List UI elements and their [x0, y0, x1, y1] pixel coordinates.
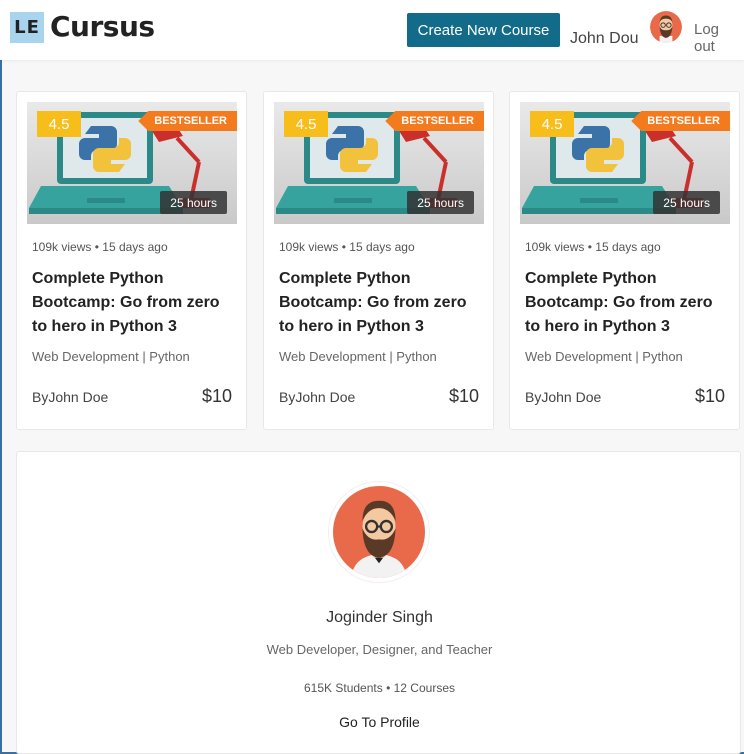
course-card[interactable]: 4.5 BESTSELLER 25 hours 109k views • 15 …: [16, 91, 247, 430]
instructor-card: Joginder Singh Web Developer, Designer, …: [16, 451, 741, 754]
instructor-name[interactable]: Joginder Singh: [17, 609, 742, 627]
instructor-stats: 615K Students • 12 Courses: [17, 681, 742, 695]
duration-badge: 25 hours: [407, 191, 474, 214]
posted-age: 15 days ago: [595, 240, 661, 254]
posted-age: 15 days ago: [349, 240, 415, 254]
author-prefix: By: [32, 389, 49, 405]
views-count: 109k views: [525, 240, 585, 254]
course-title[interactable]: Complete Python Bootcamp: Go from zero t…: [32, 267, 237, 339]
rating-badge: 4.5: [284, 111, 328, 137]
stats-separator: •: [386, 681, 391, 695]
instructor-avatar-icon[interactable]: [329, 482, 429, 582]
course-category[interactable]: Web Development | Python: [525, 349, 683, 364]
students-count: 615K Students: [304, 681, 383, 695]
logo-mark[interactable]: LE: [10, 12, 44, 43]
course-card[interactable]: 4.5 BESTSELLER 25 hours 109k views • 15 …: [263, 91, 494, 430]
go-to-profile-link[interactable]: Go To Profile: [17, 714, 742, 730]
author-name[interactable]: John Doe: [295, 389, 355, 405]
top-header: LE Cursus Create New Course John Dou Log…: [0, 0, 744, 60]
bestseller-badge: BESTSELLER: [385, 111, 484, 131]
views-count: 109k views: [279, 240, 339, 254]
author-prefix: By: [525, 389, 542, 405]
posted-age: 15 days ago: [102, 240, 168, 254]
author-prefix: By: [279, 389, 296, 405]
create-course-button[interactable]: Create New Course: [407, 13, 560, 47]
course-meta: 109k views • 15 days ago: [279, 240, 415, 254]
course-author: ByJohn Doe: [525, 389, 601, 405]
views-count: 109k views: [32, 240, 92, 254]
bestseller-badge: BESTSELLER: [138, 111, 237, 131]
logout-link[interactable]: Log out: [694, 21, 744, 55]
courses-count: 12 Courses: [393, 681, 455, 695]
course-category[interactable]: Web Development | Python: [32, 349, 190, 364]
meta-separator: •: [94, 240, 99, 254]
course-title[interactable]: Complete Python Bootcamp: Go from zero t…: [279, 267, 484, 339]
duration-badge: 25 hours: [653, 191, 720, 214]
brand-name[interactable]: Cursus: [50, 10, 155, 43]
author-name[interactable]: John Doe: [541, 389, 601, 405]
course-thumbnail[interactable]: 4.5 BESTSELLER 25 hours: [274, 102, 484, 224]
course-author: ByJohn Doe: [279, 389, 355, 405]
meta-separator: •: [587, 240, 592, 254]
course-price: $10: [694, 386, 725, 406]
logo-mark-text: LE: [14, 17, 40, 38]
user-name: John Dou: [570, 30, 639, 47]
rating-badge: 4.5: [37, 111, 81, 137]
course-card[interactable]: 4.5 BESTSELLER 25 hours 109k views • 15 …: [509, 91, 740, 430]
course-meta: 109k views • 15 days ago: [32, 240, 168, 254]
user-avatar-icon[interactable]: [650, 11, 682, 43]
course-thumbnail[interactable]: 4.5 BESTSELLER 25 hours: [520, 102, 730, 224]
course-thumbnail[interactable]: 4.5 BESTSELLER 25 hours: [27, 102, 237, 224]
instructor-role: Web Developer, Designer, and Teacher: [266, 642, 493, 657]
course-price: $10: [201, 386, 232, 406]
author-name[interactable]: John Doe: [48, 389, 108, 405]
course-meta: 109k views • 15 days ago: [525, 240, 661, 254]
meta-separator: •: [341, 240, 346, 254]
rating-badge: 4.5: [530, 111, 574, 137]
course-category[interactable]: Web Development | Python: [279, 349, 437, 364]
bestseller-badge: BESTSELLER: [631, 111, 730, 131]
course-title[interactable]: Complete Python Bootcamp: Go from zero t…: [525, 267, 730, 339]
duration-badge: 25 hours: [160, 191, 227, 214]
course-price: $10: [448, 386, 479, 406]
course-author: ByJohn Doe: [32, 389, 108, 405]
